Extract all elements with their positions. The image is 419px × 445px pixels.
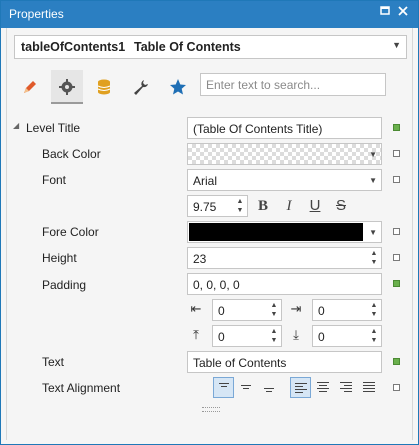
- font-size-value: 9.75: [193, 200, 217, 214]
- text-field[interactable]: Table of Contents: [187, 351, 382, 373]
- fore-color-field[interactable]: ▼: [187, 221, 382, 243]
- component-selector[interactable]: tableOfContents1 Table Of Contents ▼: [14, 35, 407, 59]
- height-label: Height: [42, 251, 77, 265]
- tab-appearance[interactable]: [14, 70, 46, 104]
- property-marker[interactable]: [393, 254, 400, 261]
- level-title-field[interactable]: (Table Of Contents Title): [187, 117, 382, 139]
- spin-buttons[interactable]: ▲ ▼: [369, 327, 379, 345]
- gear-icon: [59, 79, 75, 95]
- align-top-button[interactable]: [213, 377, 234, 398]
- spin-buttons[interactable]: ▲ ▼: [369, 301, 379, 319]
- tab-favorites[interactable]: [162, 70, 194, 104]
- padding-right-icon: ⇥: [290, 301, 302, 316]
- pin-icon[interactable]: [377, 5, 393, 21]
- padding-left-value: 0: [218, 304, 225, 318]
- padding-bottom-value: 0: [318, 330, 325, 344]
- chevron-down-icon: ▼: [369, 150, 377, 159]
- property-marker[interactable]: [393, 280, 400, 287]
- database-icon: [97, 79, 111, 95]
- italic-button[interactable]: I: [278, 195, 300, 217]
- padding-bottom-field[interactable]: 0 ▲ ▼: [312, 325, 382, 347]
- padding-left-icon: ⇤: [190, 301, 202, 316]
- spin-buttons[interactable]: ▲ ▼: [369, 249, 379, 267]
- wrench-icon: [134, 80, 148, 95]
- align-center-button[interactable]: [313, 377, 334, 398]
- property-marker[interactable]: [393, 176, 400, 183]
- properties-window: Properties tableOfContents1 Table Of Con…: [0, 0, 419, 445]
- align-justify-button[interactable]: [359, 377, 380, 398]
- back-color-label: Back Color: [42, 147, 101, 161]
- text-alignment-label: Text Alignment: [42, 381, 121, 395]
- property-marker[interactable]: [393, 384, 400, 391]
- bold-button[interactable]: B: [252, 195, 274, 217]
- align-bottom-button[interactable]: [259, 377, 280, 398]
- property-marker[interactable]: [393, 358, 400, 365]
- padding-top-field[interactable]: 0 ▲ ▼: [212, 325, 282, 347]
- padding-right-field[interactable]: 0 ▲ ▼: [312, 299, 382, 321]
- close-icon[interactable]: [395, 5, 411, 21]
- height-field[interactable]: 23 ▲ ▼: [187, 247, 382, 269]
- level-title-label: Level Title: [26, 121, 81, 135]
- search-input[interactable]: Enter text to search...: [200, 73, 386, 96]
- title-bar: Properties: [1, 1, 418, 28]
- text-label: Text: [42, 355, 65, 369]
- padding-right-value: 0: [318, 304, 325, 318]
- fore-color-label: Fore Color: [42, 225, 99, 239]
- chevron-down-icon: ▼: [369, 176, 377, 185]
- font-value: Arial: [193, 174, 218, 188]
- category-tabs: [14, 70, 204, 104]
- align-left-button[interactable]: [290, 377, 311, 398]
- underline-button[interactable]: U: [304, 195, 326, 217]
- search-placeholder: Enter text to search...: [206, 78, 321, 92]
- properties-panel: tableOfContents1 Table Of Contents ▼ Ent…: [6, 28, 413, 440]
- padding-left-field[interactable]: 0 ▲ ▼: [212, 299, 282, 321]
- padding-top-icon: ⤒: [193, 327, 199, 342]
- chevron-down-icon: ▼: [392, 40, 401, 50]
- font-label: Font: [42, 173, 67, 187]
- property-marker[interactable]: [393, 150, 400, 157]
- padding-bottom-icon: ⤓: [293, 327, 299, 342]
- text-value: Table of Contents: [193, 356, 287, 370]
- tab-layout[interactable]: [125, 70, 157, 104]
- spin-buttons[interactable]: ▲ ▼: [269, 301, 279, 319]
- tab-behavior[interactable]: [51, 70, 83, 104]
- spin-buttons[interactable]: ▲ ▼: [269, 327, 279, 345]
- padding-top-value: 0: [218, 330, 225, 344]
- strikethrough-button[interactable]: S: [330, 195, 352, 217]
- star-icon: [170, 79, 186, 95]
- property-marker[interactable]: [393, 124, 400, 131]
- window-title: Properties: [9, 7, 64, 21]
- property-marker[interactable]: [393, 228, 400, 235]
- resize-grip[interactable]: [202, 407, 220, 412]
- component-name: tableOfContents1: [21, 40, 126, 54]
- fore-color-swatch: [189, 223, 363, 241]
- font-field[interactable]: Arial ▼: [187, 169, 382, 191]
- align-right-button[interactable]: [336, 377, 357, 398]
- font-size-field[interactable]: 9.75 ▲ ▼: [187, 195, 248, 217]
- padding-label: Padding: [42, 278, 87, 292]
- tab-data[interactable]: [88, 70, 120, 104]
- chevron-down-icon: ▼: [369, 228, 377, 237]
- padding-value: 0, 0, 0, 0: [193, 278, 240, 292]
- align-middle-button[interactable]: [236, 377, 257, 398]
- component-type: Table Of Contents: [134, 40, 241, 54]
- level-title-value: (Table Of Contents Title): [193, 122, 323, 136]
- spin-buttons[interactable]: ▲ ▼: [235, 197, 245, 215]
- padding-field[interactable]: 0, 0, 0, 0: [187, 273, 382, 295]
- pencil-icon: [24, 81, 36, 93]
- back-color-field[interactable]: ▼: [187, 143, 382, 165]
- height-value: 23: [193, 252, 207, 266]
- collapse-toggle-icon[interactable]: ◢: [13, 121, 19, 130]
